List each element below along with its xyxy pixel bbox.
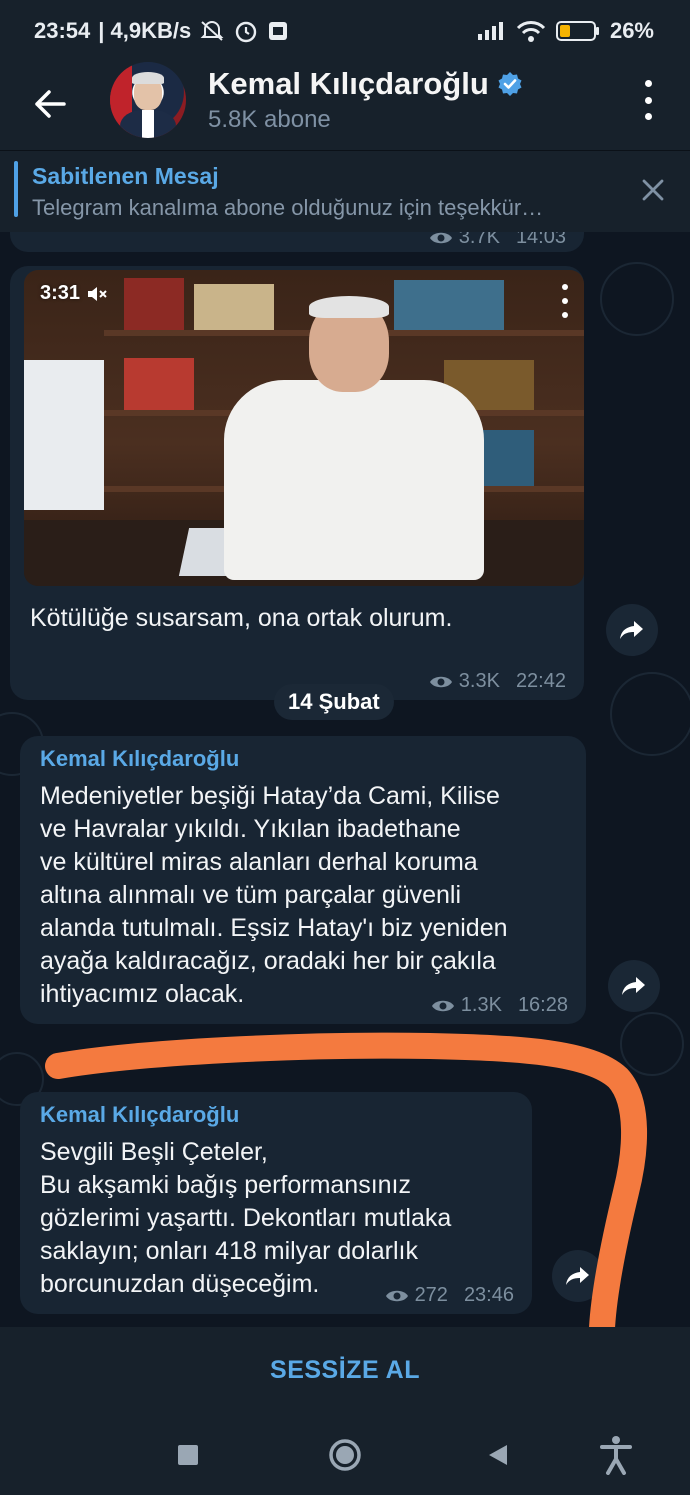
views-icon: [385, 1290, 408, 1301]
message-time: 14:03: [515, 232, 566, 248]
verified-badge-icon: [498, 72, 522, 96]
battery-percent: 26%: [609, 18, 654, 43]
background-doodle: [610, 672, 690, 756]
accessibility-button[interactable]: [596, 1435, 636, 1475]
share-button[interactable]: [608, 960, 660, 1012]
channel-name: Kemal Kılıçdaroğlu: [208, 66, 489, 101]
pinned-text: Telegram kanalıma abone olduğunuz için t…: [32, 195, 544, 220]
message-text: Medeniyetler beşiği Hatay’da Cami, Kilis…: [40, 782, 508, 1008]
message-text: Sevgili Beşli Çeteler, Bu akşamki bağış …: [40, 1138, 452, 1298]
video-menu-icon[interactable]: [560, 284, 570, 318]
triangle-back-icon: [489, 1445, 507, 1465]
text-message-bubble[interactable]: Kemal Kılıçdaroğlu Sevgili Beşli Çeteler…: [20, 1092, 532, 1314]
views-count: 3.7K: [458, 232, 500, 248]
pinned-indicator: [14, 161, 18, 217]
message-author[interactable]: Kemal Kılıçdaroğlu: [40, 746, 239, 772]
message-bubble-partial[interactable]: 3.7K 14:03: [10, 232, 584, 252]
message-list[interactable]: 3.7K 14:03 3:31 Kötülüğe susarsam, ona o…: [0, 232, 690, 1327]
square-icon: [178, 1445, 198, 1465]
views-icon: [429, 232, 452, 243]
subscriber-count: 5.8K abone: [208, 106, 331, 133]
home-circle-icon: [329, 1439, 361, 1471]
back-arrow-icon: [35, 90, 66, 118]
background-doodle: [600, 262, 674, 336]
message-meta: 272 23:46: [385, 1284, 514, 1307]
close-pinned-button[interactable]: [638, 175, 668, 205]
message-meta: 1.3K 16:28: [431, 994, 568, 1017]
video-caption: Kötülüğe susarsam, ona ortak olurum.: [30, 604, 453, 632]
views-count: 3.3K: [458, 670, 500, 692]
back-nav-button[interactable]: [478, 1435, 518, 1475]
views-count: 272: [414, 1284, 448, 1306]
views-icon: [429, 676, 452, 687]
channel-header: Kemal Kılıçdaroğlu 5.8K abone: [0, 62, 690, 150]
pinned-title: Sabitlenen Mesaj: [32, 163, 219, 189]
share-button[interactable]: [606, 604, 658, 656]
message-time: 22:42: [515, 670, 566, 692]
video-message-bubble[interactable]: 3:31 Kötülüğe susarsam, ona ortak olurum…: [10, 266, 584, 700]
views-count: 1.3K: [460, 994, 502, 1016]
video-duration: 3:31: [40, 282, 108, 305]
views-icon: [431, 1000, 454, 1011]
system-nav-bar: [0, 1413, 690, 1495]
alarm-icon: [233, 18, 259, 44]
share-button[interactable]: [552, 1250, 604, 1302]
close-icon: [642, 179, 664, 201]
home-button[interactable]: [325, 1435, 365, 1475]
date-separator: 14 Şubat: [274, 684, 394, 720]
share-arrow-icon: [622, 977, 645, 995]
message-meta: 3.7K 14:03: [429, 232, 566, 249]
background-doodle: [620, 1012, 684, 1076]
pinned-message-bar[interactable]: Sabitlenen Mesaj Telegram kanalıma abone…: [0, 150, 690, 233]
channel-title[interactable]: Kemal Kılıçdaroğlu: [208, 66, 523, 102]
accessibility-icon: [600, 1436, 632, 1475]
mute-button[interactable]: SESSİZE AL: [0, 1327, 690, 1413]
share-arrow-icon: [566, 1267, 589, 1285]
status-bar: 23:54 | 4,9KB/s 26%: [0, 0, 690, 62]
recents-button[interactable]: [168, 1435, 208, 1475]
text-message-bubble[interactable]: Kemal Kılıçdaroğlu Medeniyetler beşiği H…: [20, 736, 586, 1024]
message-time: 23:46: [463, 1284, 514, 1306]
muted-icon: [88, 286, 107, 301]
video-player[interactable]: 3:31: [24, 270, 584, 586]
alarm-off-icon: [199, 19, 225, 43]
status-time: 23:54: [34, 18, 91, 43]
message-author[interactable]: Kemal Kılıçdaroğlu: [40, 1102, 239, 1128]
wifi-icon: [516, 19, 546, 43]
back-button[interactable]: [28, 82, 72, 126]
message-meta: 3.3K 22:42: [429, 670, 566, 693]
network-speed: | 4,9KB/s: [98, 18, 192, 43]
channel-avatar[interactable]: [110, 62, 186, 138]
notification-icon: [267, 20, 289, 42]
share-arrow-icon: [620, 621, 643, 639]
more-options-icon[interactable]: [636, 80, 660, 120]
signal-icon: [476, 20, 506, 42]
message-time: 16:28: [517, 994, 568, 1016]
battery-icon: [555, 20, 600, 42]
